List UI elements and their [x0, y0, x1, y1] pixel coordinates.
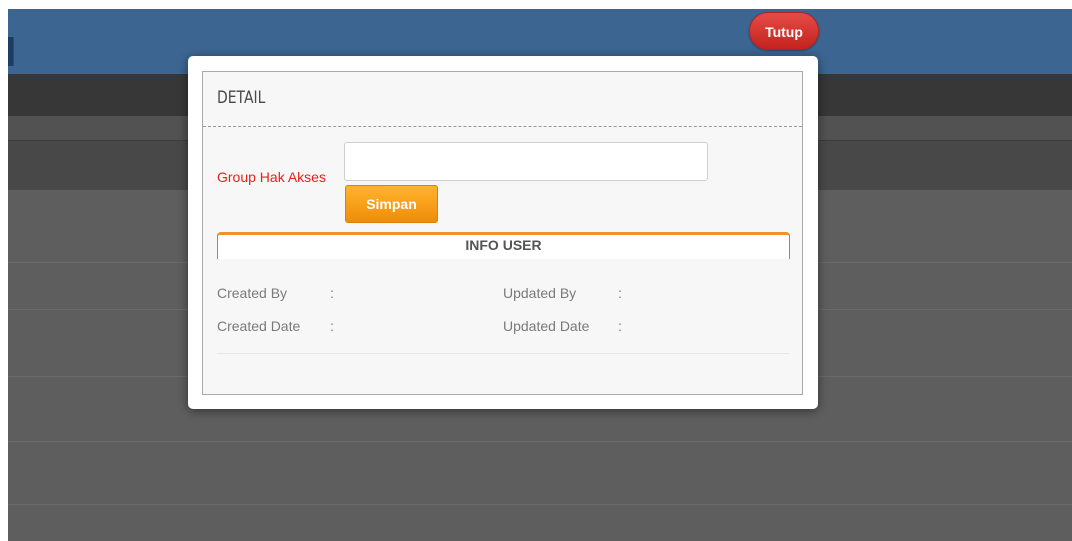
title-divider: [203, 126, 802, 127]
created-by-label: Created By: [217, 285, 288, 301]
info-user-header: INFO USER: [217, 232, 790, 259]
save-button[interactable]: Simpan: [345, 185, 438, 223]
updated-by-separator: :: [618, 285, 622, 301]
created-by-separator: :: [330, 285, 334, 301]
table-row-divider: [8, 504, 1072, 505]
updated-by-label: Updated By: [503, 285, 577, 301]
info-bottom-divider: [217, 353, 789, 354]
detail-panel: DETAIL Group Hak Akses Simpan INFO USER …: [202, 71, 803, 395]
group-hak-akses-label: Group Hak Akses: [217, 169, 326, 185]
updated-date-label: Updated Date: [503, 318, 590, 334]
close-button[interactable]: Tutup: [749, 12, 819, 50]
app-window: Tutup DETAIL Group Hak Akses Simpan INFO…: [0, 0, 1072, 541]
created-date-separator: :: [330, 318, 334, 334]
updated-date-separator: :: [618, 318, 622, 334]
created-date-label: Created Date: [217, 318, 301, 334]
group-hak-akses-input[interactable]: [344, 142, 708, 181]
table-row-divider: [8, 441, 1072, 442]
panel-title: DETAIL: [217, 88, 266, 108]
header-edge-accent: [8, 37, 14, 66]
detail-modal: DETAIL Group Hak Akses Simpan INFO USER …: [188, 56, 818, 409]
info-user-title: INFO USER: [465, 237, 542, 253]
